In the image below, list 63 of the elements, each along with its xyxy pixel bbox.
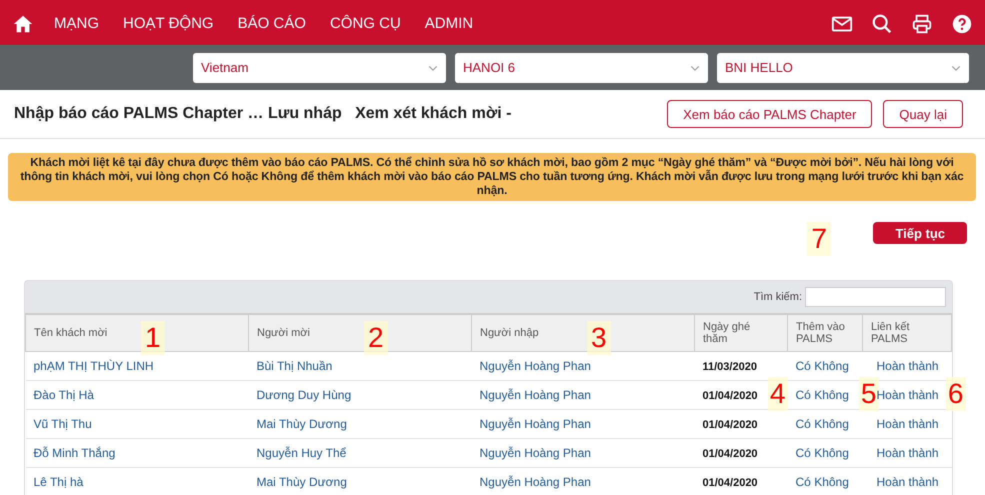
nav-link[interactable]: HOẠT ĐỘNG [123, 15, 214, 32]
link[interactable]: Nguyễn Hoàng Phan [480, 359, 591, 373]
link[interactable]: Lê Thị hà [34, 475, 84, 489]
yes-link[interactable]: Có [796, 388, 811, 402]
link[interactable]: Mai Thùy Dương [256, 417, 347, 431]
annotation-number: 1 [141, 321, 165, 355]
date-cell: 01/04/2020 [702, 477, 758, 489]
dropdown[interactable]: BNI HELLO [717, 52, 969, 82]
link[interactable]: Hoàn thành [876, 359, 939, 373]
search-icon[interactable] [871, 12, 893, 34]
annotation-number: 7 [807, 222, 831, 256]
annotation-number: 4 [768, 377, 788, 411]
date-cell: 01/04/2020 [702, 448, 758, 460]
link[interactable]: Mai Thùy Dương [256, 475, 347, 489]
notice-banner: Khách mời liệt kê tại đây chưa được thêm vào báo cáo PALMS. Có thể chỉnh sửa hồ sơ khách mời, bao gồm 2 mục “Ngày ghé thăm” và “Được mời bởi”. Nếu hài lòng với thông tin khách mời, vui lòng chọn Có hoặc Không để thêm khách mời vào báo cáo PALMS cho tuần tương ứng. Khách mời vẫn được lưu trong mạng lưới trước khi bạn xác nhận. [8, 153, 976, 201]
no-link[interactable]: Không [814, 388, 849, 402]
link[interactable]: Hoàn thành [876, 446, 939, 460]
search-field[interactable] [805, 287, 946, 307]
column-header[interactable]: Liên kết PALMS [862, 314, 952, 352]
column-header[interactable]: Thêm vào PALMS [788, 314, 862, 352]
link[interactable]: Nguyễn Hoàng Phan [480, 446, 591, 460]
dropdown[interactable]: Vietnam [193, 52, 446, 82]
page-title: Nhập báo cáo PALMS Chapter … Lưu nháp Xem xét khách mời - [14, 105, 512, 123]
link[interactable]: Hoàn thành [876, 475, 939, 489]
link[interactable]: Đỗ Minh Thắng [34, 446, 116, 460]
link[interactable]: Nguyễn Hoàng Phan [480, 475, 591, 489]
yes-link[interactable]: Có [796, 417, 811, 431]
annotation-number: 3 [587, 321, 611, 355]
link[interactable]: Vũ Thị Thu [34, 417, 92, 431]
help-icon[interactable] [951, 12, 973, 34]
link[interactable]: Nguyễn Hoàng Phan [480, 417, 591, 431]
yes-link[interactable]: Có [796, 359, 811, 373]
annotation-number: 5 [858, 377, 878, 411]
outline-button[interactable]: Xem báo cáo PALMS Chapter [667, 100, 872, 128]
yes-link[interactable]: Có [796, 475, 811, 489]
nav-link[interactable]: MẠNG [54, 15, 99, 32]
link[interactable]: Dương Duy Hùng [256, 388, 352, 402]
no-link[interactable]: Không [814, 417, 849, 431]
link[interactable]: Đào Thị Hà [34, 388, 94, 402]
no-link[interactable]: Không [814, 475, 849, 489]
nav-link[interactable]: BÁO CÁO [238, 15, 306, 32]
yes-link[interactable]: Có [796, 446, 811, 460]
link[interactable]: Bùi Thị Nhuần [256, 359, 332, 373]
date-cell: 01/04/2020 [702, 419, 758, 431]
annotation-number: 2 [364, 321, 388, 355]
nav-link[interactable]: ADMIN [424, 15, 474, 32]
nav-link[interactable]: CÔNG CỤ [330, 15, 401, 32]
continue-button[interactable]: Tiếp tục [873, 222, 967, 244]
link[interactable]: Hoàn thành [876, 417, 939, 431]
outline-button[interactable]: Quay lại [883, 100, 963, 128]
search-label: Tìm kiếm: [754, 291, 802, 303]
link[interactable]: Nguyễn Hoàng Phan [480, 388, 591, 402]
link[interactable]: Hoàn thành [876, 388, 939, 402]
dropdown[interactable]: HANOI 6 [455, 52, 708, 82]
link[interactable]: phẠM THỊ THÙY LINH [34, 359, 154, 373]
date-cell: 01/04/2020 [702, 390, 758, 402]
column-header[interactable]: Ngày ghé thăm [694, 314, 788, 352]
date-cell: 11/03/2020 [702, 361, 757, 373]
no-link[interactable]: Không [814, 359, 849, 373]
printer-icon[interactable] [911, 12, 933, 34]
annotation-number: 6 [946, 377, 966, 411]
link[interactable]: Nguyễn Huy Thể [256, 446, 346, 460]
no-link[interactable]: Không [814, 446, 849, 460]
